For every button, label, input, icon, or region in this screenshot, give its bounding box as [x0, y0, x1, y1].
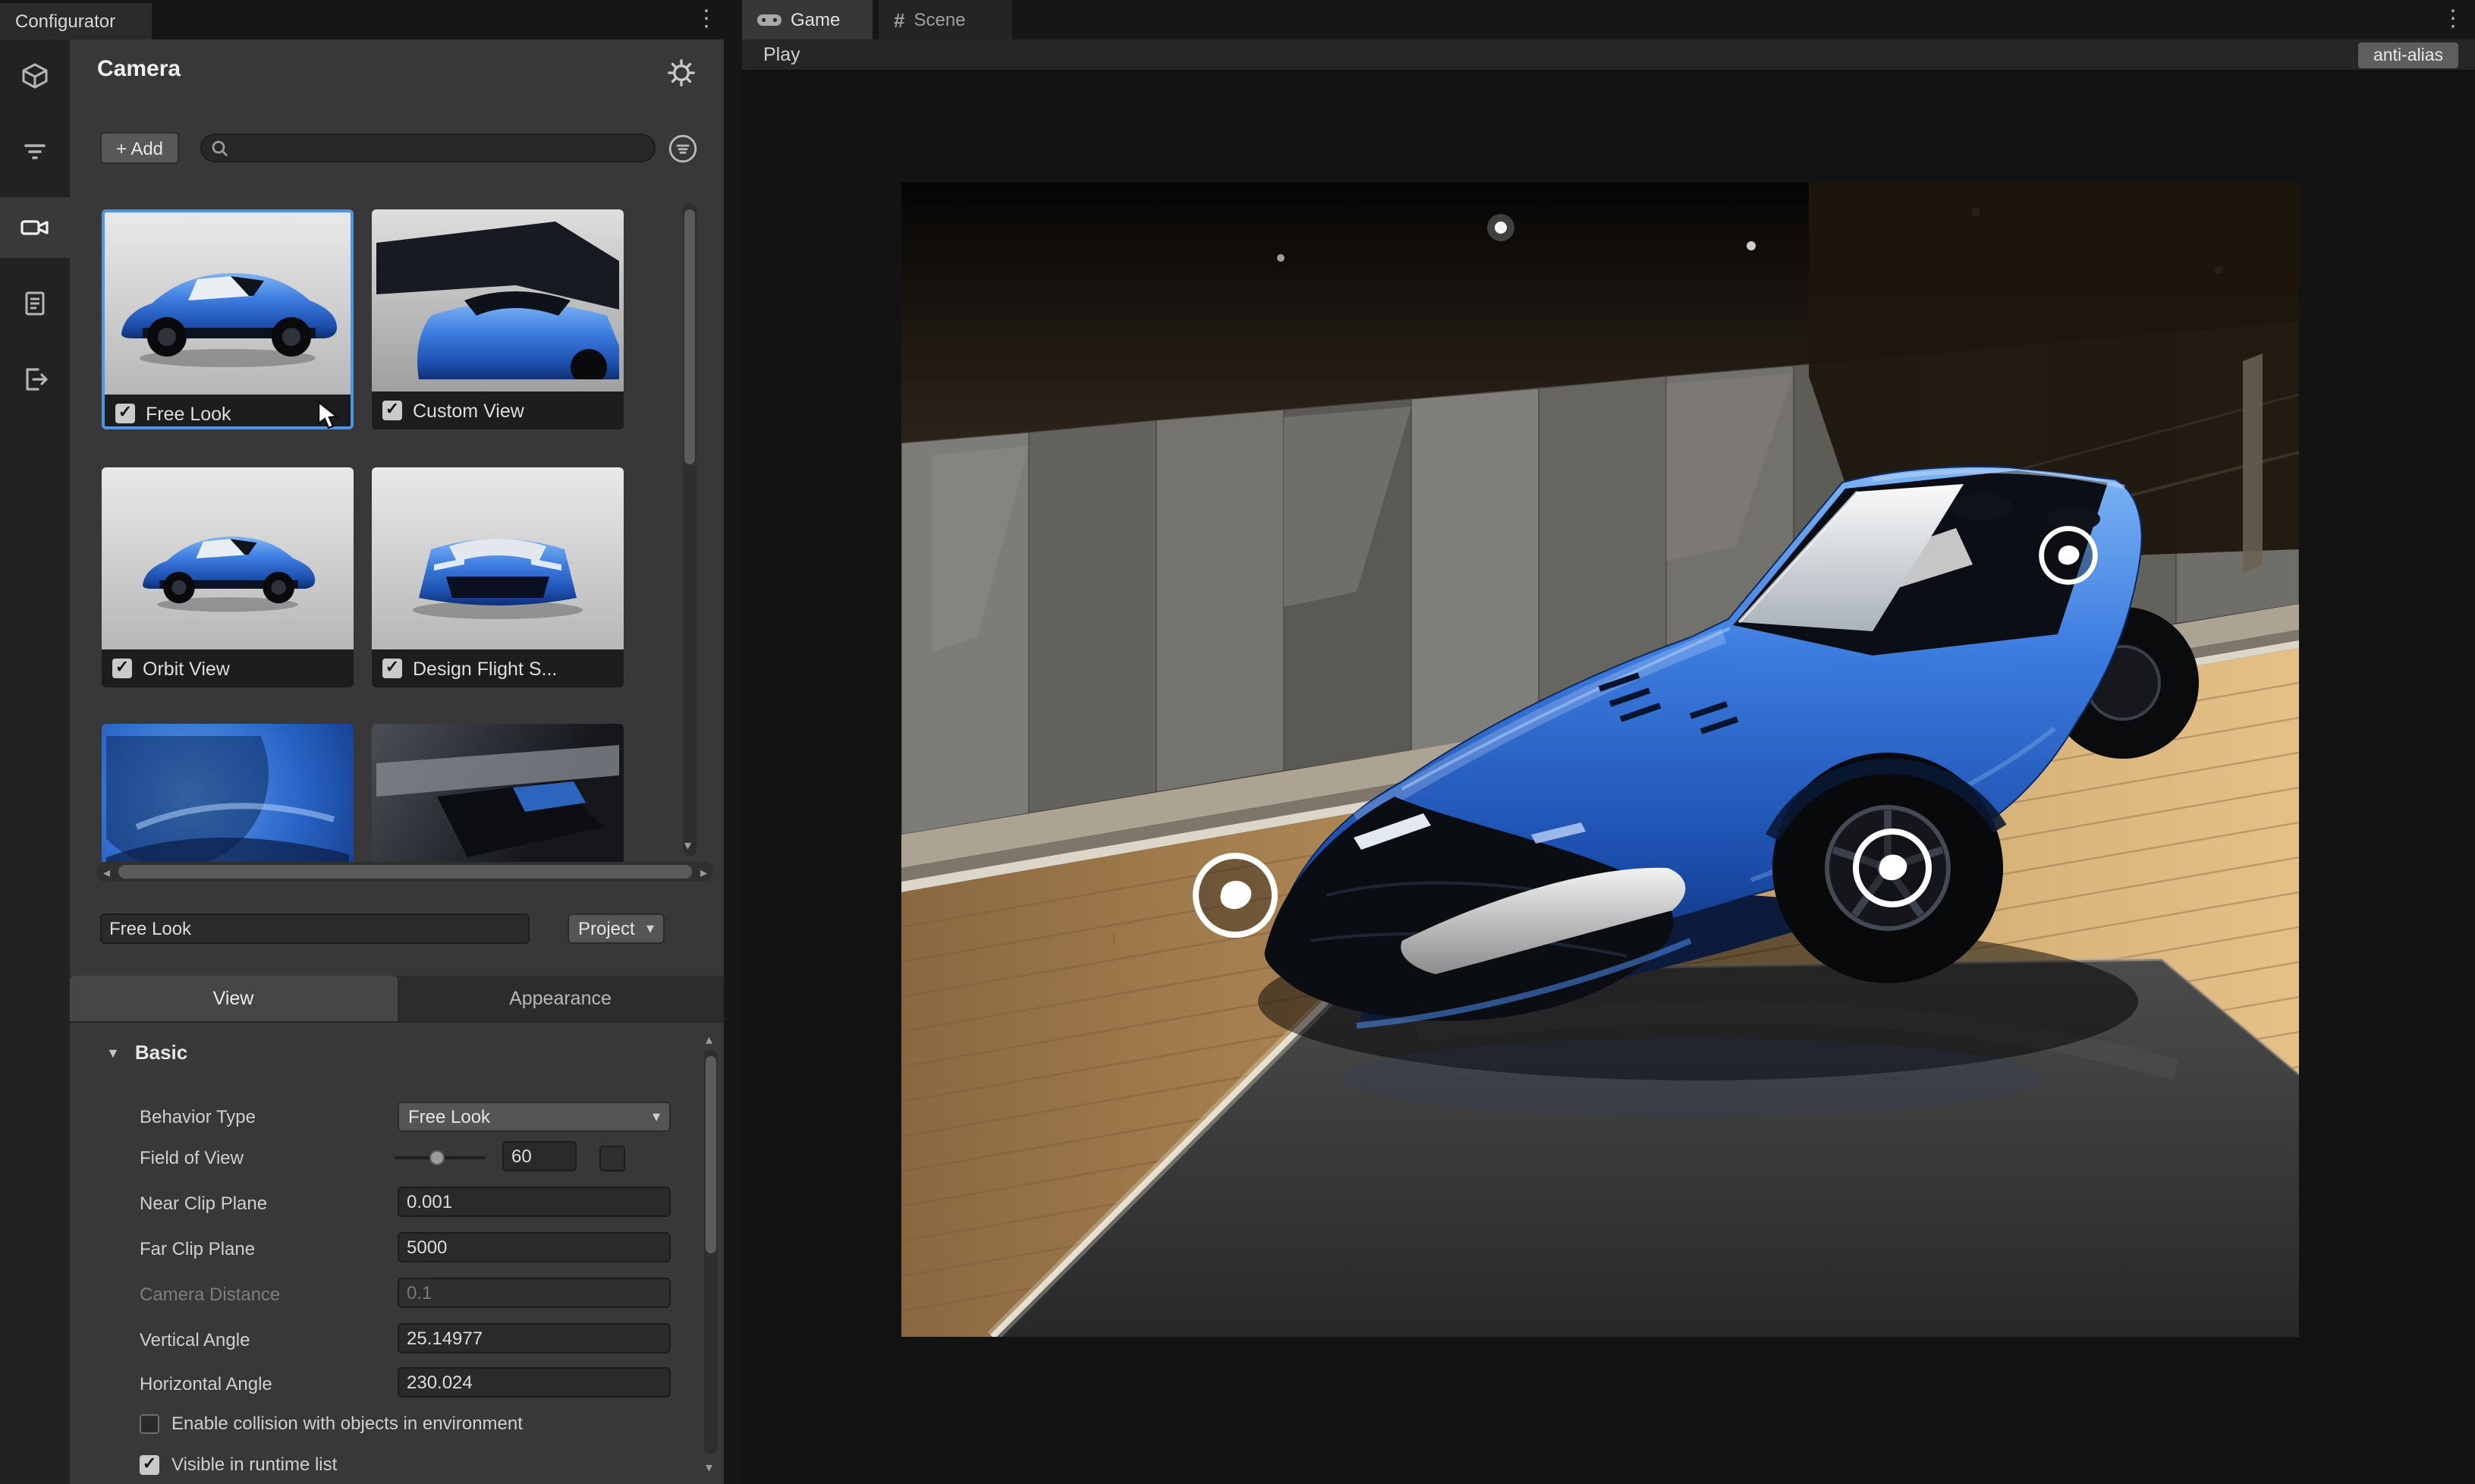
- play-button[interactable]: Play: [763, 39, 800, 70]
- anti-alias-dropdown[interactable]: anti-alias: [2358, 42, 2458, 68]
- gear-icon[interactable]: [668, 59, 695, 86]
- horizontal-angle-label: Horizontal Angle: [140, 1367, 272, 1401]
- hotspot-marker[interactable]: [1196, 856, 1275, 935]
- camera-card-custom-view[interactable]: ✓ Custom View: [372, 209, 624, 429]
- tab-scene-label: Scene: [914, 9, 965, 30]
- scroll-right-arrow-icon[interactable]: ▸: [700, 865, 707, 880]
- near-clip-label: Near Clip Plane: [140, 1187, 267, 1220]
- camera-card-free-look[interactable]: ✓ Free Look: [102, 209, 354, 429]
- camera-thumbnail-image: [372, 467, 624, 649]
- scope-dropdown[interactable]: Project: [568, 913, 665, 944]
- hotspot-marker[interactable]: [2042, 529, 2096, 583]
- runtime-visible-checkbox[interactable]: ✓: [140, 1454, 159, 1474]
- section-title: Basic: [135, 1040, 187, 1063]
- camera-card-label: Free Look: [146, 403, 231, 424]
- camera-distance-input: [398, 1278, 671, 1308]
- game-viewport[interactable]: [742, 71, 2475, 1484]
- tab-game[interactable]: Game: [742, 0, 873, 39]
- properties-panel: Basic Behavior Type Free Look Field of V…: [70, 1023, 724, 1484]
- behavior-type-label: Behavior Type: [140, 1100, 256, 1133]
- left-toolbar: [0, 39, 70, 1484]
- grid-icon: [894, 8, 904, 31]
- camera-name-input[interactable]: [100, 913, 530, 944]
- add-button[interactable]: + Add: [100, 132, 179, 164]
- far-clip-input[interactable]: [398, 1232, 671, 1262]
- camera-enabled-checkbox[interactable]: ✓: [115, 404, 135, 423]
- field-of-view-label: Field of View: [140, 1141, 244, 1174]
- collision-label: Enable collision with objects in environ…: [171, 1413, 523, 1434]
- camera-thumbnail-image: [105, 212, 351, 395]
- tab-appearance[interactable]: Appearance: [397, 976, 724, 1021]
- thumbnail-horizontal-scrollbar[interactable]: ◂ ▸: [97, 862, 713, 882]
- runtime-visible-label: Visible in runtime list: [171, 1454, 337, 1475]
- props-scroll-down-icon[interactable]: ▾: [706, 1460, 712, 1475]
- scroll-left-arrow-icon[interactable]: ◂: [103, 865, 110, 880]
- hierarchy-icon[interactable]: [0, 121, 70, 182]
- camera-panel: Camera + Add: [70, 39, 724, 1484]
- gamepad-icon: [757, 11, 781, 28]
- game-tabbar: Game Scene: [742, 0, 2475, 39]
- foldout-triangle-icon: [106, 1038, 120, 1065]
- search-icon: [211, 139, 229, 157]
- camera-thumbnail-image: [372, 724, 624, 862]
- app-window: Configurator: [0, 0, 2475, 1484]
- camera-card-label: Custom View: [413, 400, 524, 421]
- camera-enabled-checkbox[interactable]: ✓: [382, 401, 402, 420]
- hotspot-marker[interactable]: [1856, 832, 1929, 904]
- collision-checkbox[interactable]: [140, 1413, 159, 1433]
- camera-enabled-checkbox[interactable]: ✓: [382, 659, 402, 678]
- tab-scene[interactable]: Scene: [879, 0, 1012, 39]
- camera-card-label: Orbit View: [143, 658, 230, 679]
- game-menu-icon[interactable]: [2442, 6, 2460, 33]
- panel-title: Camera: [97, 56, 181, 82]
- search-input-wrap: [200, 134, 656, 162]
- game-toolbar: Play anti-alias: [742, 39, 2475, 71]
- fov-slider-knob[interactable]: [429, 1150, 445, 1165]
- vertical-angle-label: Vertical Angle: [140, 1323, 250, 1357]
- panel-separator: [724, 0, 742, 1484]
- camera-thumbnail-image: [372, 209, 624, 391]
- fov-slider[interactable]: [395, 1156, 486, 1159]
- exit-icon[interactable]: [0, 349, 70, 410]
- scope-dropdown-label: Project: [578, 918, 635, 939]
- search-input[interactable]: [237, 136, 645, 160]
- scroll-down-arrow-icon[interactable]: ▾: [684, 838, 691, 853]
- props-scroll-up-icon[interactable]: ▴: [706, 1032, 712, 1047]
- camera-card-label: Design Flight S...: [413, 658, 557, 679]
- panel-tabbar: View Appearance: [70, 976, 724, 1023]
- camera-card-6[interactable]: [372, 724, 624, 862]
- cube-icon[interactable]: [0, 46, 70, 106]
- fov-extra-box[interactable]: [599, 1146, 625, 1171]
- camera-card-orbit-view[interactable]: ✓ Orbit View: [102, 467, 354, 687]
- game-view: Game Scene Play anti-alias: [742, 0, 2475, 1484]
- camera-thumbnail-image: [102, 724, 354, 862]
- basic-section-header[interactable]: Basic: [106, 1035, 187, 1068]
- behavior-type-value: Free Look: [408, 1106, 490, 1127]
- behavior-type-dropdown[interactable]: Free Look: [398, 1102, 671, 1132]
- fov-input[interactable]: [502, 1141, 577, 1171]
- camera-card-5[interactable]: [102, 724, 354, 862]
- camera-card-design-flight[interactable]: ✓ Design Flight S...: [372, 467, 624, 687]
- camera-enabled-checkbox[interactable]: ✓: [112, 659, 132, 678]
- camera-distance-label: Camera Distance: [140, 1278, 280, 1311]
- document-icon[interactable]: [0, 273, 70, 334]
- left-top-strip: Configurator: [0, 0, 724, 39]
- tab-game-label: Game: [791, 9, 840, 30]
- scene-render: [901, 182, 2299, 1337]
- mouse-cursor: [317, 401, 341, 431]
- filter-icon[interactable]: [668, 134, 698, 164]
- near-clip-input[interactable]: [398, 1187, 671, 1217]
- tab-configurator[interactable]: Configurator: [0, 3, 152, 39]
- camera-thumbnail-image: [102, 467, 354, 649]
- vertical-angle-input[interactable]: [398, 1323, 671, 1354]
- panel-menu-icon[interactable]: [695, 6, 713, 33]
- horizontal-angle-input[interactable]: [398, 1367, 671, 1398]
- props-vertical-scrollbar[interactable]: [704, 1050, 718, 1454]
- camera-icon[interactable]: [0, 197, 70, 258]
- tab-view[interactable]: View: [70, 976, 397, 1021]
- far-clip-label: Far Clip Plane: [140, 1232, 255, 1265]
- camera-thumbnail-grid: ✓ Free Look ✓ Custom View ✓: [70, 197, 724, 862]
- thumbnail-vertical-scrollbar[interactable]: [683, 203, 697, 856]
